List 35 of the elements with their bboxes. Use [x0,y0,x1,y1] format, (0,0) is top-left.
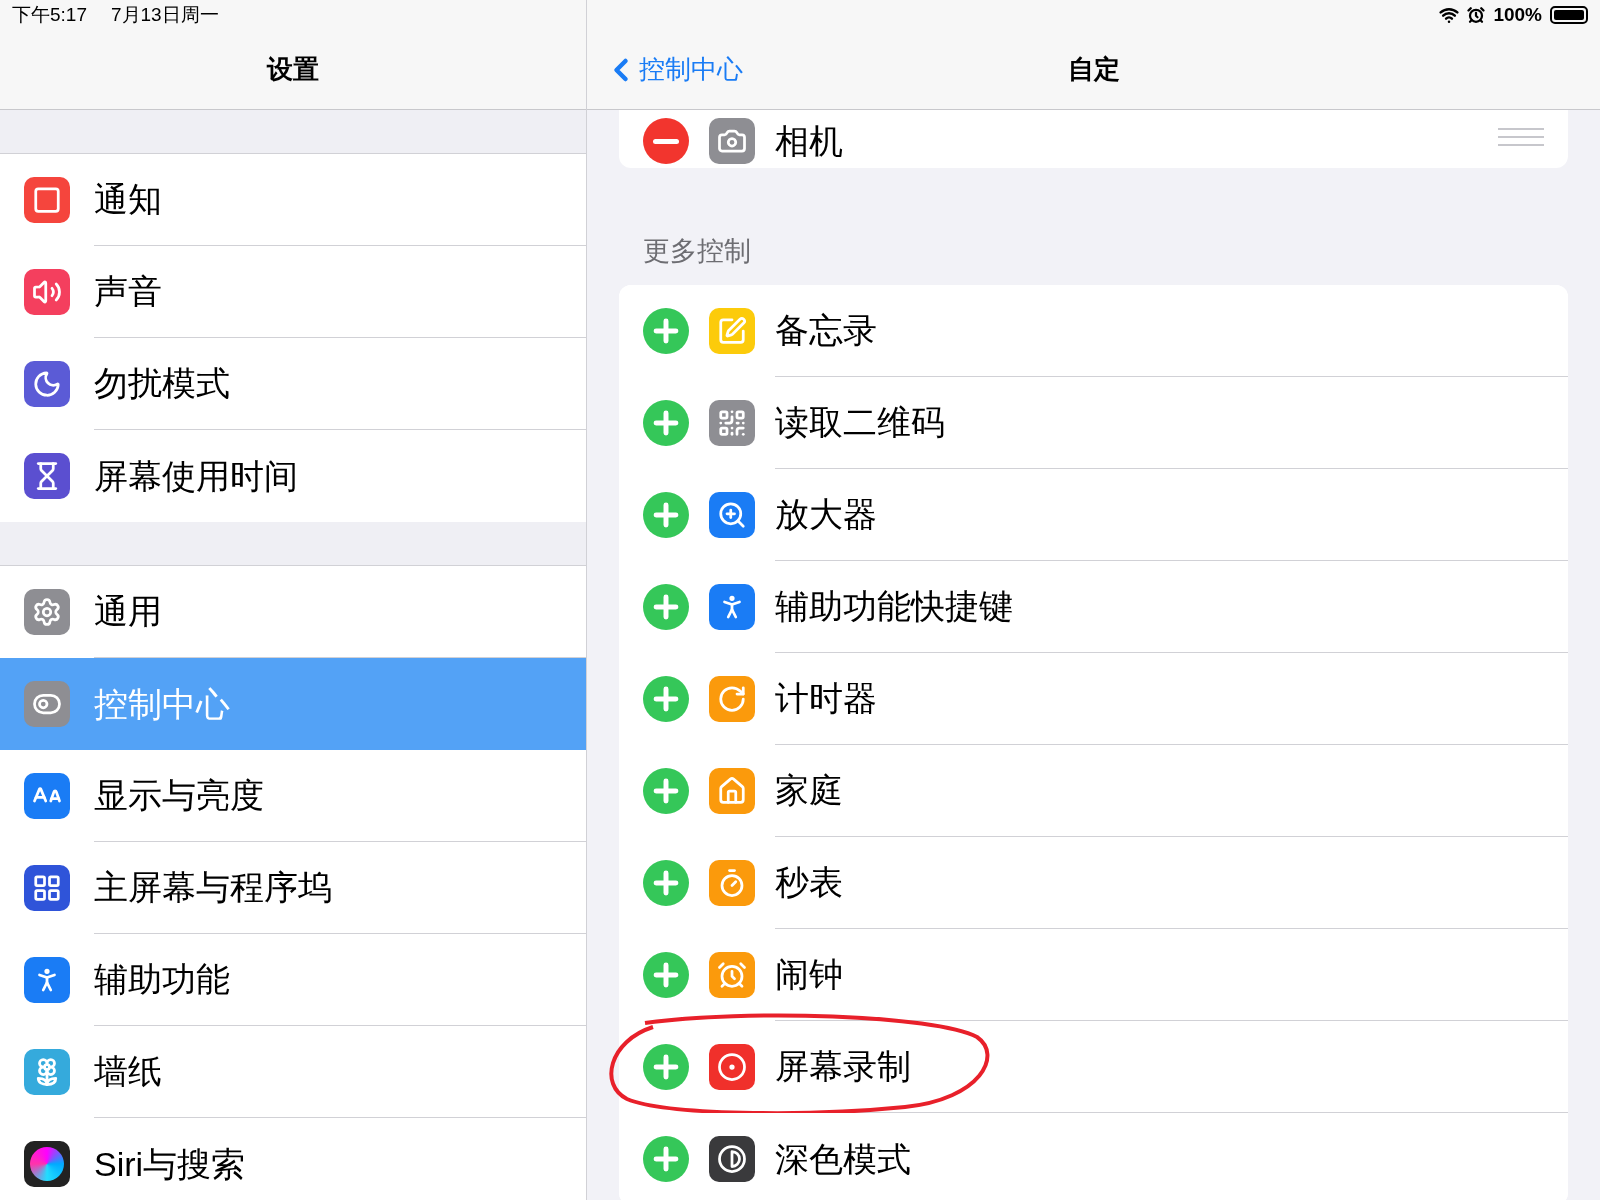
control-label: 深色模式 [775,1138,911,1180]
back-button[interactable]: 控制中心 [587,50,743,89]
page-title: 自定 [1067,53,1120,86]
control-label: 读取二维码 [775,402,945,443]
battery-icon [1550,6,1588,24]
add-button[interactable] [643,1136,689,1182]
alarm-clock-icon [1467,6,1486,24]
control-label: 屏幕录制 [775,1046,911,1087]
reorder-handle[interactable] [1498,128,1544,146]
add-button[interactable] [643,768,689,814]
control-label: 放大器 [775,494,877,535]
add-button[interactable] [643,676,689,722]
status-date: 7月13日周一 [111,2,219,27]
control-label: 家庭 [775,770,843,811]
minus-icon [653,138,679,144]
add-button[interactable] [643,860,689,906]
control-label: 闹钟 [775,954,843,995]
add-button[interactable] [643,1044,689,1090]
add-button[interactable] [643,492,689,538]
section-heading: 更多控制 [643,234,751,268]
add-button[interactable] [643,952,689,998]
remove-button[interactable] [643,118,689,164]
add-button[interactable] [643,584,689,630]
control-label: 相机 [775,121,843,162]
control-label: 计时器 [775,678,877,719]
back-label: 控制中心 [639,53,743,86]
battery-percent: 100% [1493,2,1542,27]
wifi-icon [1439,5,1460,25]
add-button[interactable] [643,308,689,354]
status-time: 下午5:17 [12,2,87,27]
control-label: 辅助功能快捷键 [775,586,1013,627]
control-label: 备忘录 [775,310,877,351]
add-button[interactable] [643,400,689,446]
sidebar-title: 设置 [267,53,319,86]
control-label: 秒表 [775,862,843,903]
